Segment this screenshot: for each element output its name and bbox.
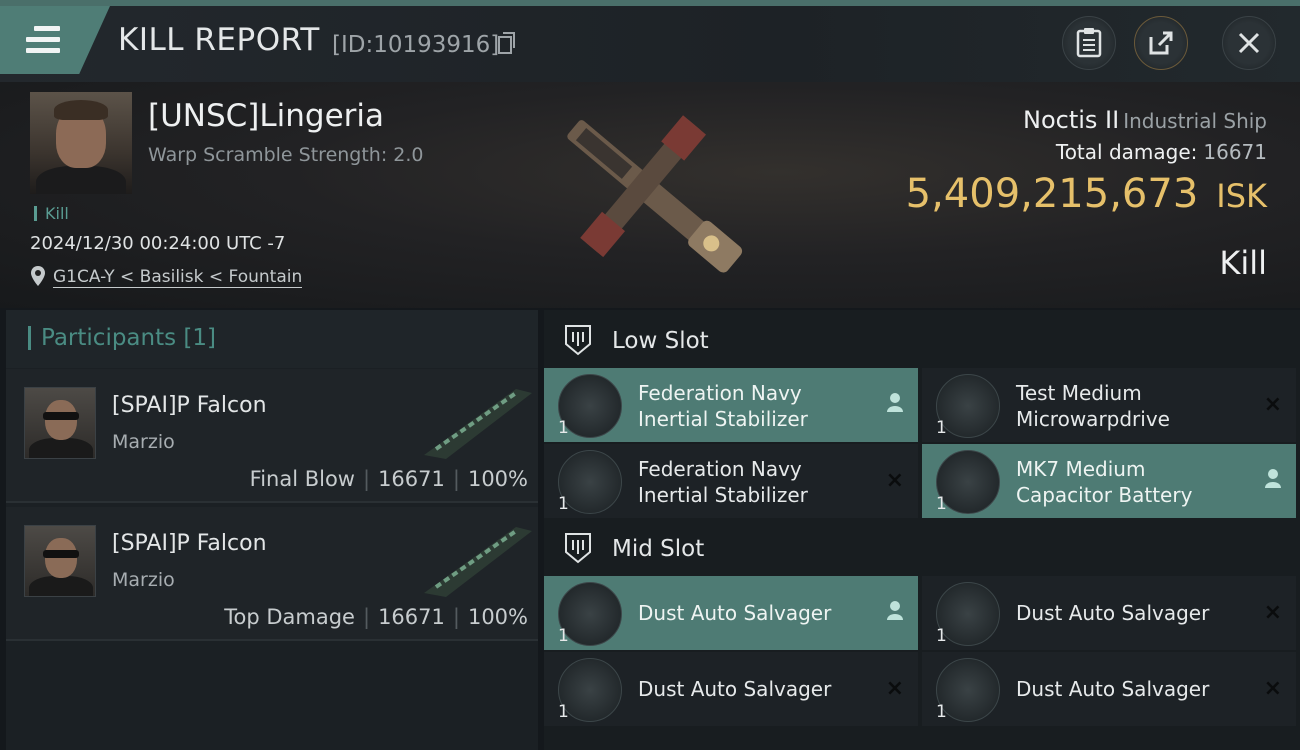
fitting-item[interactable]: 1 Dust Auto Salvager [544, 576, 918, 650]
destroyed-x-icon: × [885, 676, 904, 701]
total-damage-label: Total damage: [1055, 140, 1198, 164]
participant-role: Top Damage [224, 605, 355, 629]
dropped-person-icon [1264, 468, 1282, 494]
kill-location-link[interactable]: G1CA-Y < Basilisk < Fountain [53, 267, 303, 288]
item-name: Dust Auto Salvager [638, 601, 832, 625]
low-slot-title: Low Slot [612, 328, 709, 354]
kill-result: Kill [1219, 244, 1267, 282]
item-quantity: 1 [558, 626, 569, 646]
isk-unit: ISK [1216, 177, 1267, 215]
mid-slot-icon [565, 533, 591, 564]
participant-name: [SPAI]P Falcon [112, 393, 267, 418]
ship-type: Noctis II [1023, 106, 1120, 134]
fitting-item[interactable]: 1 Dust Auto Salvager × [922, 652, 1296, 726]
item-name: Federation Navy Inertial Stabilizer [638, 381, 808, 431]
avatar [24, 525, 96, 597]
fitting-item[interactable]: 1 Test Medium Microwarpdrive × [922, 368, 1296, 442]
participant-percent: 100% [467, 605, 528, 629]
item-quantity: 1 [558, 702, 569, 722]
destroyed-x-icon: × [885, 468, 904, 493]
page-title: KILL REPORT [118, 22, 320, 58]
item-name: MK7 Medium Capacitor Battery [1016, 457, 1193, 507]
item-quantity: 1 [936, 702, 947, 722]
total-damage: Total damage: 16671 [1056, 140, 1267, 164]
participant-damage: 16671 [378, 605, 445, 629]
kill-badge: Kill [34, 206, 69, 222]
participants-header: Participants [1] [6, 310, 538, 368]
item-quantity: 1 [558, 494, 569, 514]
clipboard-button[interactable] [1062, 16, 1116, 70]
avatar [24, 387, 96, 459]
ship-name: Noctis II Industrial Ship [1023, 106, 1267, 134]
item-name: Dust Auto Salvager [1016, 677, 1210, 701]
participant-stats: Top Damage | 16671 | 100% [224, 605, 528, 629]
total-damage-value: 16671 [1203, 140, 1267, 164]
ship-class: Industrial Ship [1123, 109, 1267, 133]
ship-image [567, 115, 743, 273]
close-icon [1238, 32, 1260, 54]
isk-value: 5,409,215,673 ISK [906, 171, 1267, 217]
report-id: [ID:10193916] [332, 32, 500, 58]
victim-avatar[interactable] [30, 92, 132, 194]
item-quantity: 1 [936, 494, 947, 514]
item-quantity: 1 [558, 418, 569, 438]
participant-card[interactable]: [SPAI]P Falcon Marzio Final Blow | 16671 | 1… [6, 369, 538, 503]
destroyed-x-icon: × [1263, 392, 1282, 417]
participant-ship-icon [424, 527, 532, 597]
hamburger-icon [26, 26, 60, 53]
destroyed-x-icon: × [1263, 676, 1282, 701]
low-slot-icon [565, 325, 591, 356]
item-name: Dust Auto Salvager [638, 677, 832, 701]
participant-percent: 100% [467, 467, 528, 491]
item-name: Federation Navy Inertial Stabilizer [638, 457, 808, 507]
participant-name: [SPAI]P Falcon [112, 531, 267, 556]
mid-slot-title: Mid Slot [612, 536, 705, 562]
fitting-item[interactable]: 1 Federation Navy Inertial Stabilizer × [544, 444, 918, 518]
share-icon [1149, 31, 1173, 55]
participant-card[interactable]: [SPAI]P Falcon Marzio Top Damage | 16671 | 1… [6, 507, 538, 641]
participant-corp: Marzio [112, 569, 175, 591]
participant-ship-icon [424, 389, 532, 459]
item-quantity: 1 [936, 418, 947, 438]
item-name: Dust Auto Salvager [1016, 601, 1210, 625]
item-name: Test Medium Microwarpdrive [1016, 381, 1170, 431]
copy-icon[interactable] [498, 32, 515, 54]
fitting-item[interactable]: 1 MK7 Medium Capacitor Battery [922, 444, 1296, 518]
fitting-item[interactable]: 1 Dust Auto Salvager × [544, 652, 918, 726]
destroyed-x-icon: × [1263, 600, 1282, 625]
close-button[interactable] [1222, 16, 1276, 70]
participant-corp: Marzio [112, 431, 175, 453]
mid-slot-header: Mid Slot [544, 520, 1300, 578]
isk-amount: 5,409,215,673 [905, 171, 1199, 217]
participant-role: Final Blow [249, 467, 355, 491]
fitting-item[interactable]: 1 Dust Auto Salvager × [922, 576, 1296, 650]
low-slot-header: Low Slot [544, 312, 1300, 370]
location-pin-icon [31, 266, 45, 286]
share-button[interactable] [1134, 16, 1188, 70]
participant-stats: Final Blow | 16671 | 100% [249, 467, 528, 491]
fitting-item[interactable]: 1 Federation Navy Inertial Stabilizer [544, 368, 918, 442]
dropped-person-icon [886, 392, 904, 418]
dropped-person-icon [886, 600, 904, 626]
kill-datetime: 2024/12/30 00:24:00 UTC -7 [30, 233, 286, 254]
item-quantity: 1 [936, 626, 947, 646]
victim-name[interactable]: [UNSC]Lingeria [148, 98, 384, 134]
participants-title: Participants [1] [28, 326, 216, 350]
participant-damage: 16671 [378, 467, 445, 491]
warp-scramble-strength: Warp Scramble Strength: 2.0 [148, 144, 424, 166]
clipboard-icon [1076, 28, 1102, 58]
